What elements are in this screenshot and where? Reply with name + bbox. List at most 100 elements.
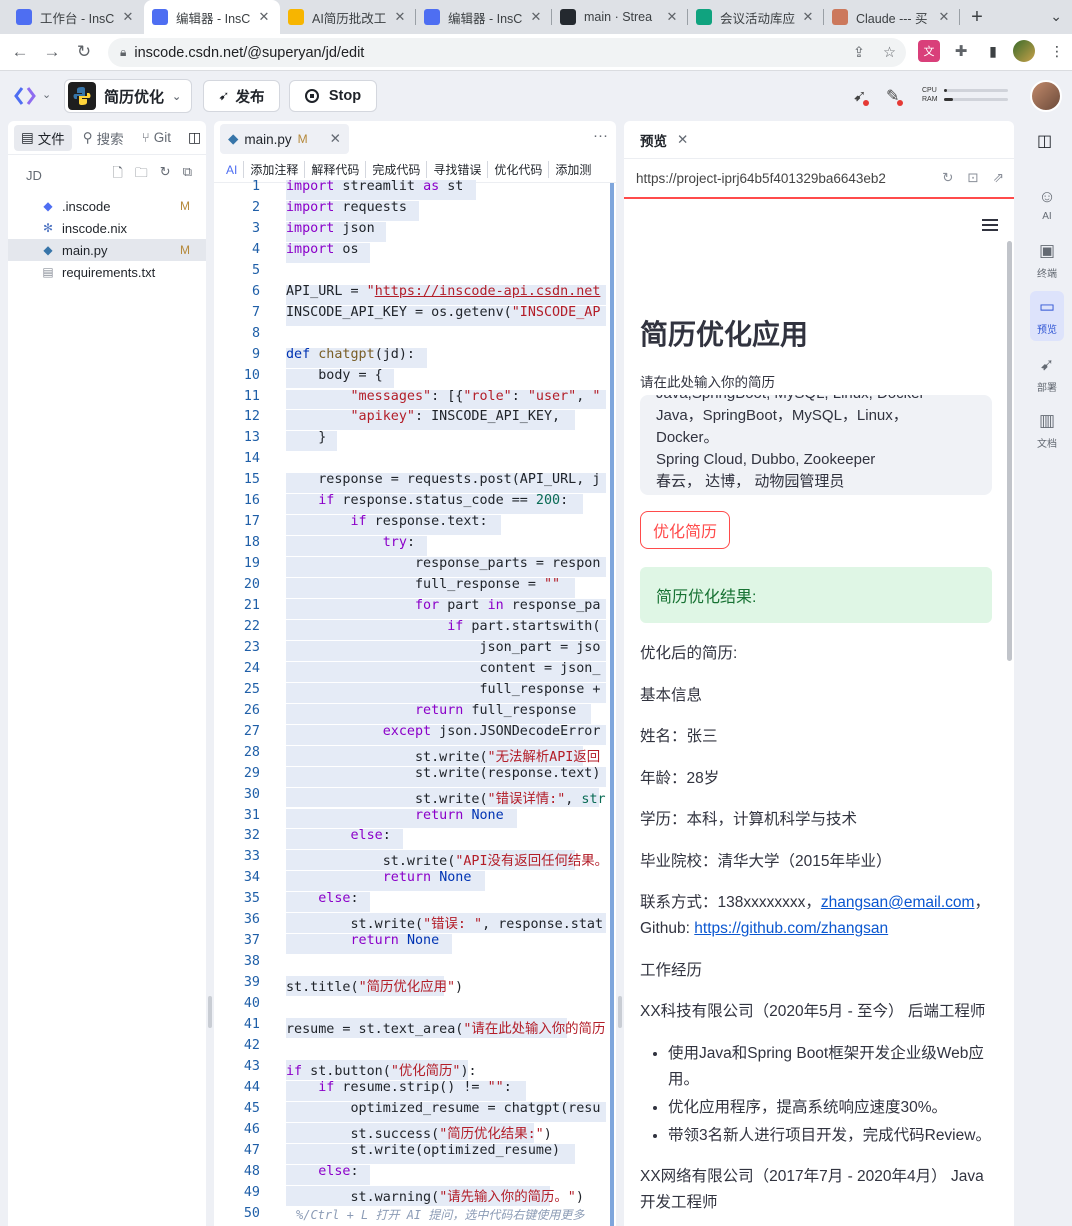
reload-icon[interactable]: ↻ (68, 36, 100, 68)
code-line[interactable]: st.title("简历优化应用") (286, 975, 463, 995)
ai-action-button[interactable]: 添加测 (548, 161, 597, 178)
code-line[interactable]: return None (286, 870, 472, 885)
code-line[interactable]: if st.button("优化简历"): (286, 1059, 477, 1079)
sidepanel-icon[interactable]: ▮ (982, 40, 1004, 62)
code-line[interactable]: else: (286, 891, 358, 906)
email-link[interactable]: zhangsan@email.com (821, 894, 975, 911)
code-line[interactable]: else: (286, 1164, 358, 1179)
menu-icon[interactable]: ⋮ (1046, 40, 1068, 62)
code-line[interactable]: import os (286, 242, 359, 257)
code-line[interactable]: st.write(optimized_resume) (286, 1143, 560, 1158)
code-line[interactable]: json_part = jso (286, 640, 600, 655)
back-icon[interactable]: ← (4, 36, 36, 68)
code-line[interactable]: "messages": [{"role": "user", " (286, 389, 601, 404)
code-line[interactable]: return None (286, 933, 440, 948)
activity-terminal[interactable]: ▣ 终端 (1030, 235, 1064, 285)
code-line[interactable]: for part in response_pa (286, 598, 600, 613)
close-icon[interactable]: ✕ (330, 131, 341, 147)
code-line[interactable]: if part.startswith( (286, 619, 600, 634)
profile-avatar[interactable] (1013, 40, 1035, 62)
code-line[interactable]: import json (286, 221, 375, 236)
close-tab-icon[interactable]: ✕ (664, 9, 680, 25)
code-line[interactable]: API_URL = "https://inscode-api.csdn.net (286, 284, 600, 299)
share-icon[interactable]: ⇪ (853, 45, 865, 61)
close-icon[interactable]: ✕ (677, 132, 688, 148)
code-line[interactable]: INSCODE_API_KEY = os.getenv("INSCODE_AP (286, 305, 600, 320)
ai-menu-button[interactable]: AI (226, 163, 243, 177)
forward-icon[interactable]: → (36, 36, 68, 68)
file-item[interactable]: ▤ requirements.txt (8, 261, 206, 283)
code-line[interactable]: import requests (286, 200, 407, 215)
new-tab-button[interactable]: + (960, 0, 994, 34)
code-line[interactable]: return None (286, 808, 504, 823)
code-line[interactable]: st.write("错误: ", response.stat (286, 912, 603, 932)
new-file-icon[interactable]: 🗋︎ (112, 164, 122, 186)
tab-git[interactable]: ⑂ Git (135, 127, 178, 148)
resume-textarea[interactable]: Java,SpringBoot, MySQL, Linux, Docker Jav… (640, 395, 992, 495)
code-line[interactable]: import streamlit as st (286, 179, 463, 194)
toggle-sidebar-icon[interactable]: ◫ (188, 129, 201, 146)
code-line[interactable]: body = { (286, 368, 383, 383)
code-line[interactable]: try: (286, 535, 415, 550)
more-icon[interactable]: ··· (593, 127, 608, 144)
code-line[interactable]: optimized_resume = chatgpt(resu (286, 1101, 600, 1116)
preview-url[interactable]: https://project-iprj64b5f401329ba6643eb2 (636, 171, 886, 186)
star-icon[interactable]: ☆ (883, 45, 896, 61)
sidebar-resize-handle[interactable] (208, 996, 212, 1028)
inscode-logo-icon[interactable] (14, 86, 38, 106)
code-line[interactable]: full_response = "" (286, 577, 560, 592)
preview-scrollbar[interactable] (1007, 241, 1012, 661)
code-line[interactable]: content = json_ (286, 661, 600, 676)
tab-files[interactable]: ▤ 文件 (14, 124, 72, 151)
editor-resize-handle[interactable] (618, 996, 622, 1028)
code-line[interactable]: resume = st.text_area("请在此处输入你的简历 (286, 1017, 605, 1037)
extensions-icon[interactable]: ✚ (950, 40, 972, 62)
code-line[interactable]: st.write("错误详情:", str (286, 787, 606, 807)
code-line[interactable]: response_parts = respon (286, 556, 600, 571)
code-line[interactable]: st.write("API没有返回任何结果。 (286, 849, 608, 869)
file-item[interactable]: ✻ inscode.nix (8, 217, 206, 239)
code-line[interactable]: def chatgpt(jd): (286, 347, 415, 362)
code-line[interactable]: response = requests.post(API_URL, j (286, 472, 600, 487)
user-avatar[interactable] (1030, 80, 1062, 112)
open-external-icon[interactable]: ⇗ (993, 170, 1004, 186)
ai-action-button[interactable]: 解释代码 (304, 161, 365, 178)
editor-scrollbar[interactable] (610, 183, 614, 1226)
activity-book[interactable]: ▥ 文档 (1030, 405, 1064, 455)
ai-action-button[interactable]: 优化代码 (487, 161, 548, 178)
new-folder-icon[interactable]: 🗀︎ (135, 164, 148, 186)
project-selector[interactable]: 简历优化 ⌄ (64, 79, 192, 113)
preview-tab-label[interactable]: 预览 (640, 130, 667, 150)
browser-tab[interactable]: 工作台 - InsC ✕ (8, 0, 144, 34)
code-line[interactable]: full_response + (286, 682, 600, 697)
tab-search-icon[interactable]: ⌄ (1050, 8, 1062, 25)
browser-tab[interactable]: 编辑器 - InsC ✕ (144, 0, 280, 34)
close-tab-icon[interactable]: ✕ (800, 9, 816, 25)
code-line[interactable]: if resume.strip() != "": (286, 1080, 512, 1095)
debug-icon[interactable]: ✎ (886, 86, 904, 106)
code-line[interactable]: } (286, 430, 326, 445)
close-tab-icon[interactable]: ✕ (936, 9, 952, 25)
browser-tab[interactable]: Claude --- 买 ✕ (824, 0, 960, 34)
address-bar[interactable]: 🔒︎ inscode.csdn.net/@superyan/jd/edit ⇪ … (108, 38, 906, 67)
close-tab-icon[interactable]: ✕ (120, 9, 136, 25)
qr-icon[interactable]: ⊡ (967, 170, 978, 186)
ai-action-button[interactable]: 添加注释 (243, 161, 304, 178)
code-line[interactable]: st.write(response.text) (286, 766, 600, 781)
optimize-resume-button[interactable]: 优化简历 (640, 511, 730, 549)
file-item[interactable]: ◆ main.py M (8, 239, 206, 261)
code-line[interactable]: else: (286, 828, 391, 843)
ai-action-button[interactable]: 寻找错误 (426, 161, 487, 178)
code-line[interactable]: return full_response (286, 703, 576, 718)
publish-button[interactable]: ➹ 发布 (203, 80, 280, 112)
chevron-down-icon[interactable]: ⌄ (42, 88, 51, 101)
code-line[interactable]: if response.status_code == 200: (286, 493, 568, 508)
github-link[interactable]: https://github.com/zhangsan (694, 920, 888, 937)
close-tab-icon[interactable]: ✕ (392, 9, 408, 25)
browser-tab[interactable]: main · Strea ✕ (552, 0, 688, 34)
stop-button[interactable]: Stop (289, 80, 377, 112)
close-tab-icon[interactable]: ✕ (528, 9, 544, 25)
refresh-icon[interactable]: ↻ (160, 164, 171, 186)
file-item[interactable]: ◆ .inscode M (8, 195, 206, 217)
browser-tab[interactable]: 编辑器 - InsC ✕ (416, 0, 552, 34)
